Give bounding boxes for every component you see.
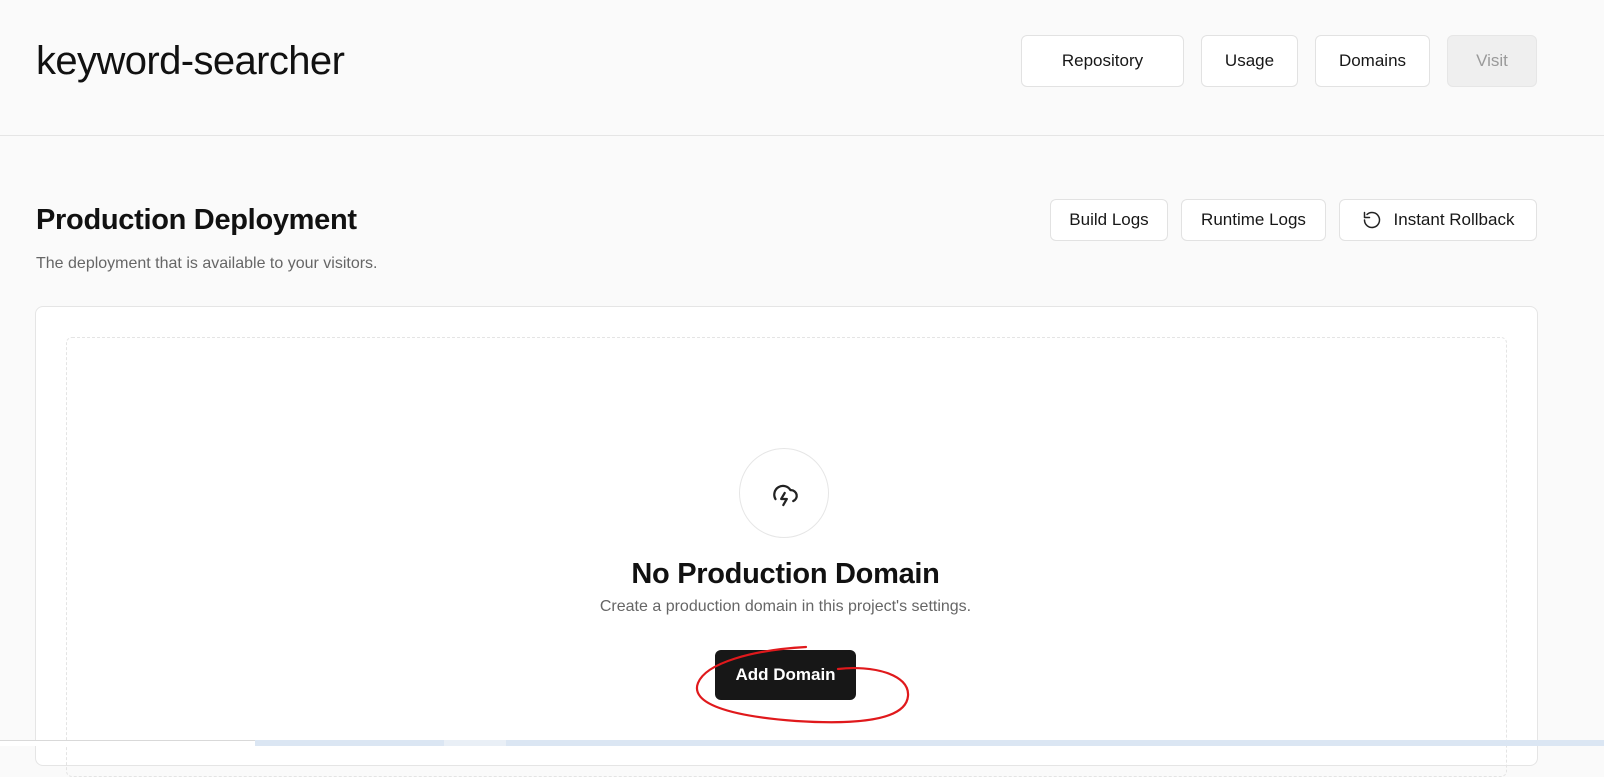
section-subtitle: The deployment that is available to your… — [36, 255, 378, 272]
taskbar-segment — [444, 740, 506, 746]
build-logs-button[interactable]: Build Logs — [1050, 199, 1168, 241]
add-domain-button[interactable]: Add Domain — [715, 650, 856, 700]
rollback-icon — [1362, 210, 1382, 230]
domains-button[interactable]: Domains — [1315, 35, 1430, 87]
instant-rollback-button[interactable]: Instant Rollback — [1339, 199, 1537, 241]
taskbar-left — [0, 740, 255, 746]
visit-button[interactable]: Visit — [1447, 35, 1537, 87]
runtime-logs-button[interactable]: Runtime Logs — [1181, 199, 1326, 241]
empty-state-title: No Production Domain — [631, 558, 940, 590]
instant-rollback-label: Instant Rollback — [1393, 210, 1515, 229]
project-header: keyword-searcher Repository Usage Domain… — [0, 0, 1604, 136]
usage-button[interactable]: Usage — [1201, 35, 1298, 87]
project-title: keyword-searcher — [36, 39, 345, 83]
section-title: Production Deployment — [36, 204, 357, 236]
repository-button[interactable]: Repository — [1021, 35, 1184, 87]
cloud-lightning-icon — [739, 448, 829, 538]
empty-state-description: Create a production domain in this proje… — [599, 598, 972, 615]
